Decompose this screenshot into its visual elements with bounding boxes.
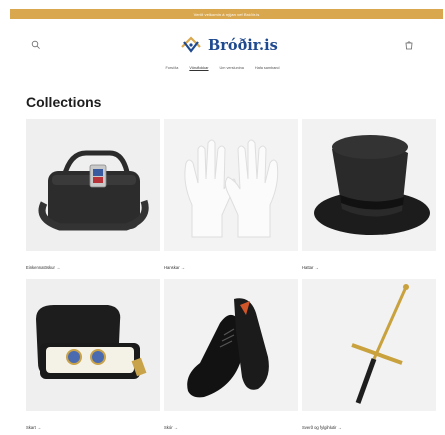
site-header: Bróðir.is Forsíða Vöruflokkar Um verslun… — [0, 22, 445, 84]
collection-card-shoes[interactable]: Skór → — [164, 279, 298, 430]
site-logo[interactable]: Bróðir.is — [180, 31, 278, 59]
collection-label-hats[interactable]: Hattar → — [302, 265, 436, 270]
collection-card-hats[interactable]: Hattar → — [302, 119, 436, 270]
collection-image-hats — [302, 119, 436, 251]
collection-card-jewelry[interactable]: Skart → — [26, 279, 160, 430]
cart-icon[interactable] — [403, 39, 415, 51]
nav-item-contact[interactable]: Hafa samband — [255, 66, 280, 70]
announcement-text: Verið velkomin á nýjan vef Bróðir.is — [193, 11, 260, 17]
collection-image-bags — [26, 119, 160, 251]
nav-item-categories[interactable]: Vöruflokkar — [189, 66, 208, 70]
collection-image-jewelry — [26, 279, 160, 411]
collection-card-bags[interactable]: Einkennatöskur → — [26, 119, 160, 270]
search-icon[interactable] — [31, 40, 41, 50]
collection-label-jewelry[interactable]: Skart → — [26, 425, 160, 430]
collection-image-gloves — [164, 119, 298, 251]
collection-card-gloves[interactable]: Hanskar → — [164, 119, 298, 270]
collection-label-gloves[interactable]: Hanskar → — [164, 265, 298, 270]
nav-item-home[interactable]: Forsíða — [165, 66, 178, 70]
compass-square-logo-icon — [181, 36, 201, 53]
page-title: Collections — [26, 94, 102, 110]
collection-label-shoes[interactable]: Skór → — [164, 425, 298, 430]
collection-card-swords[interactable]: Sverð og fylgihlutir → — [302, 279, 436, 430]
collection-image-swords — [302, 279, 436, 411]
collection-label-bags[interactable]: Einkennatöskur → — [26, 265, 160, 270]
collection-image-shoes — [164, 279, 298, 411]
collection-label-swords[interactable]: Sverð og fylgihlutir → — [302, 425, 436, 430]
nav-item-about[interactable]: Um verslunina — [220, 66, 244, 70]
brand-name: Bróðir.is — [208, 36, 278, 54]
announcement-bar: Verið velkomin á nýjan vef Bróðir.is — [10, 9, 443, 19]
main-nav: Forsíða Vöruflokkar Um verslunina Hafa s… — [0, 66, 445, 70]
